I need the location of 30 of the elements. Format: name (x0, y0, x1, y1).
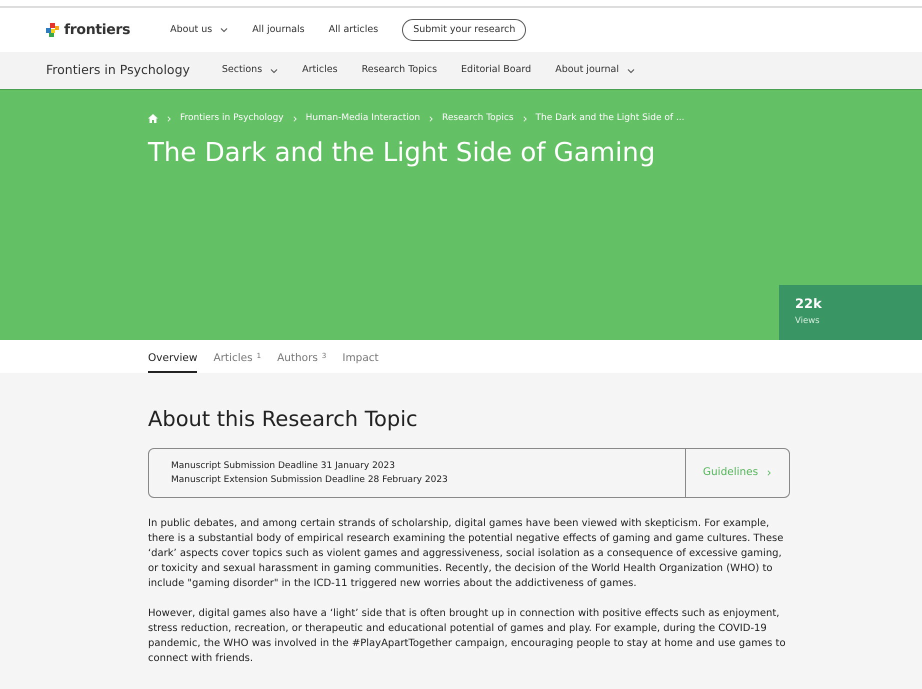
views-count: 22k (795, 296, 823, 314)
home-icon[interactable] (148, 114, 158, 124)
deadline-text: Manuscript Extension Submission Deadline 28 February 2023 (170, 474, 449, 488)
nav-link[interactable]: All articles (328, 22, 378, 38)
journal-nav-link[interactable]: Editorial Board (461, 63, 532, 78)
journal-nav-link[interactable]: Sections (222, 63, 278, 78)
chevron-right-icon (428, 114, 434, 123)
logo-text[interactable]: frontiers (64, 20, 130, 40)
journal-nav-link[interactable]: Articles (302, 63, 338, 78)
tab[interactable]: Overview (148, 345, 198, 373)
body-paragraph: In public debates, and among certain strands of scholarship, digital games have been viewed with skepticism. For example, there is a substantial body of empirical research examining the potential negative effects of gaming and game cultures. These ‘dark’ aspects cover topics such as violent games and aggressiveness, social isolation as a consequence of excessive gaming, or toxicity and sexual harassment in gaming communities. Recently, the decision of the World Health Organization (WHO) to include "gaming disorder" in the ICD-11 triggered new worries about the addictiveness of games. (148, 517, 784, 592)
tab[interactable]: Impact (342, 345, 379, 373)
chevron-right-icon (766, 469, 772, 478)
journal-nav-link[interactable]: Research Topics (362, 63, 438, 78)
views-label: Views (795, 314, 821, 328)
chevron-right-icon (292, 114, 298, 123)
deadline-text: Manuscript Submission Deadline 31 January 2023 (170, 460, 396, 474)
body-paragraph: However, digital games also have a ‘light’ side that is often brought up in connection with positive effects such as enjoyment, stress reduction, recreation, or therapeutic and educational potential of games and play. For example, during the COVID-19 pandemic, the WHO was involved in the #PlayApartTogether campaign, encouraging people to stay at home and use games to connect with friends. (148, 607, 787, 666)
chevron-right-icon (522, 114, 528, 123)
tab[interactable]: Authors $^{3}$ (277, 345, 326, 373)
logo-icon (46, 23, 60, 37)
chevron-right-icon (166, 114, 172, 123)
tab[interactable]: Articles $^{1}$ (213, 345, 262, 373)
section-title: About this Research Topic (148, 407, 419, 432)
nav-link[interactable]: About us (170, 22, 228, 38)
nav-link[interactable]: All journals (252, 22, 305, 38)
page-title: The Dark and the Light Side of Gaming (148, 138, 656, 169)
journal-nav-link[interactable]: About journal (555, 63, 636, 78)
submit-button[interactable]: Submit your research (402, 18, 526, 42)
journal-title[interactable]: Frontiers in Psychology (46, 61, 190, 80)
